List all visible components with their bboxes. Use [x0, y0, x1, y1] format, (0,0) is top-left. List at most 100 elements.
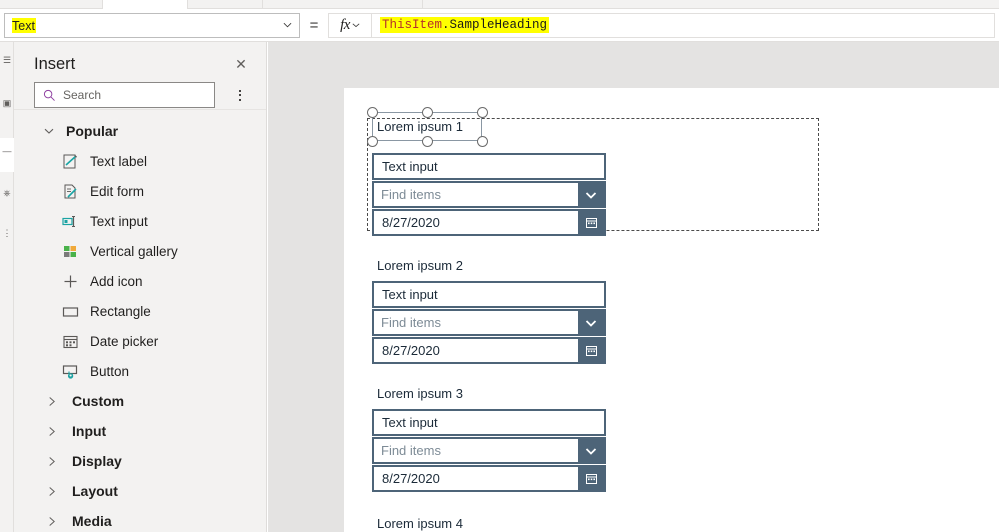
group-header-popular[interactable]: Popular	[14, 116, 266, 146]
chevron-right-icon	[49, 456, 55, 466]
card-3-label[interactable]: Lorem ipsum 3	[377, 386, 463, 401]
power-apps-studio: Text = fx ThisItem.SampleHeading ☰ ▣ — ⎈…	[0, 0, 999, 532]
chevron-right-icon	[49, 516, 55, 526]
data-icon[interactable]: ▣	[1, 97, 13, 109]
card-1-calendar-button[interactable]	[578, 211, 604, 234]
date-picker-icon	[62, 333, 79, 350]
insert-item-label: Date picker	[90, 333, 159, 349]
card-2-combobox-placeholder: Find items	[381, 315, 441, 330]
category-label: Input	[72, 423, 107, 439]
ribbon-tab-1[interactable]	[0, 0, 103, 9]
insert-item-button[interactable]: Button	[14, 356, 266, 386]
ribbon-tab-4[interactable]	[263, 0, 423, 9]
card-2-text-input-value: Text input	[382, 287, 438, 302]
tree-view-icon[interactable]: ☰	[1, 54, 13, 66]
chevron-right-icon	[49, 396, 55, 406]
chevron-down-icon	[352, 23, 360, 28]
left-icon-rail: ☰ ▣ — ⎈ ⋮	[0, 42, 14, 532]
search-placeholder: Search	[63, 88, 102, 102]
insert-item-label: Text input	[90, 213, 148, 229]
category-input[interactable]: Input	[14, 416, 266, 446]
media-icon[interactable]: ⎈	[1, 187, 13, 199]
insert-item-edit-form[interactable]: Edit form	[14, 176, 266, 206]
formula-text: ThisItem.SampleHeading	[380, 17, 550, 33]
insert-item-label: Rectangle	[90, 303, 151, 319]
card-3-text-input[interactable]: Text input	[372, 409, 606, 436]
ribbon-tab-2[interactable]	[103, 0, 188, 9]
button-icon	[62, 363, 79, 380]
chevron-down-icon	[585, 191, 597, 199]
fx-label: fx	[340, 16, 350, 33]
insert-item-label: Add icon	[90, 273, 143, 289]
more-rail-icon[interactable]: ⋮	[1, 227, 13, 239]
card-1-combobox[interactable]: Find items	[372, 181, 606, 208]
chevron-right-icon	[49, 486, 55, 496]
card-3-combobox[interactable]: Find items	[372, 437, 606, 464]
search-icon	[43, 89, 55, 101]
edit-form-icon	[62, 183, 79, 200]
calendar-icon	[585, 346, 597, 356]
card-1-combobox-button[interactable]	[578, 183, 604, 206]
formula-bar: Text = fx ThisItem.SampleHeading	[0, 9, 999, 42]
insert-item-add-icon[interactable]: Add icon	[14, 266, 266, 296]
formula-token-property: SampleHeading	[449, 18, 548, 32]
card-1-date-picker[interactable]: 8/27/2020	[372, 209, 606, 236]
card-1-label[interactable]: Lorem ipsum 1	[377, 119, 463, 134]
category-media[interactable]: Media	[14, 506, 266, 532]
text-label-icon	[62, 153, 79, 170]
insert-icon[interactable]: —	[1, 145, 13, 157]
insert-item-text-input[interactable]: Text input	[14, 206, 266, 236]
category-label: Layout	[72, 483, 118, 499]
resize-handle-n[interactable]	[422, 107, 433, 118]
card-2-text-input[interactable]: Text input	[372, 281, 606, 308]
insert-panel-body: Popular Text label Edit form Text input …	[14, 116, 266, 532]
resize-handle-s[interactable]	[422, 136, 433, 147]
insert-panel-header: Insert ✕ Search	[14, 42, 266, 110]
category-custom[interactable]: Custom	[14, 386, 266, 416]
insert-item-vertical-gallery[interactable]: Vertical gallery	[14, 236, 266, 266]
card-2-date-picker[interactable]: 8/27/2020	[372, 337, 606, 364]
calendar-icon	[585, 474, 597, 484]
card-3-date-picker[interactable]: 8/27/2020	[372, 465, 606, 492]
app-screen[interactable]: Lorem ipsum 1 Text input Find items 8/27…	[344, 88, 999, 532]
resize-handle-se[interactable]	[477, 136, 488, 147]
card-1-text-input[interactable]: Text input	[372, 153, 606, 180]
formula-input[interactable]: ThisItem.SampleHeading	[372, 12, 995, 38]
category-display[interactable]: Display	[14, 446, 266, 476]
insert-item-date-picker[interactable]: Date picker	[14, 326, 266, 356]
chevron-down-icon	[44, 128, 54, 134]
card-4-label[interactable]: Lorem ipsum 4	[377, 516, 463, 531]
insert-item-label: Edit form	[90, 183, 145, 199]
resize-handle-sw[interactable]	[367, 136, 378, 147]
card-3-calendar-button[interactable]	[578, 467, 604, 490]
card-3-combobox-button[interactable]	[578, 439, 604, 462]
resize-handle-ne[interactable]	[477, 107, 488, 118]
group-label: Popular	[66, 123, 119, 139]
card-2-label[interactable]: Lorem ipsum 2	[377, 258, 463, 273]
category-label: Display	[72, 453, 122, 469]
card-2-combobox[interactable]: Find items	[372, 309, 606, 336]
close-icon[interactable]: ✕	[232, 55, 250, 73]
ribbon-tab-strip	[0, 0, 999, 9]
card-2-combobox-button[interactable]	[578, 311, 604, 334]
formula-token-separator: .	[442, 18, 450, 32]
card-2-date-value: 8/27/2020	[382, 343, 440, 358]
property-dropdown-value: Text	[12, 17, 36, 33]
property-dropdown[interactable]: Text	[4, 12, 300, 38]
card-2-calendar-button[interactable]	[578, 339, 604, 362]
category-layout[interactable]: Layout	[14, 476, 266, 506]
search-input[interactable]: Search	[34, 82, 215, 108]
card-3-combobox-placeholder: Find items	[381, 443, 441, 458]
add-icon	[62, 273, 79, 290]
more-options-icon[interactable]	[232, 85, 248, 105]
card-1-combobox-placeholder: Find items	[381, 187, 441, 202]
ribbon-tab-3[interactable]	[188, 0, 263, 9]
resize-handle-nw[interactable]	[367, 107, 378, 118]
card-3-text-input-value: Text input	[382, 415, 438, 430]
fx-button[interactable]: fx	[328, 12, 372, 38]
insert-item-text-label[interactable]: Text label	[14, 146, 266, 176]
insert-item-rectangle[interactable]: Rectangle	[14, 296, 266, 326]
chevron-down-icon	[585, 319, 597, 327]
rectangle-icon	[62, 303, 79, 320]
formula-token-object: ThisItem	[382, 18, 443, 32]
